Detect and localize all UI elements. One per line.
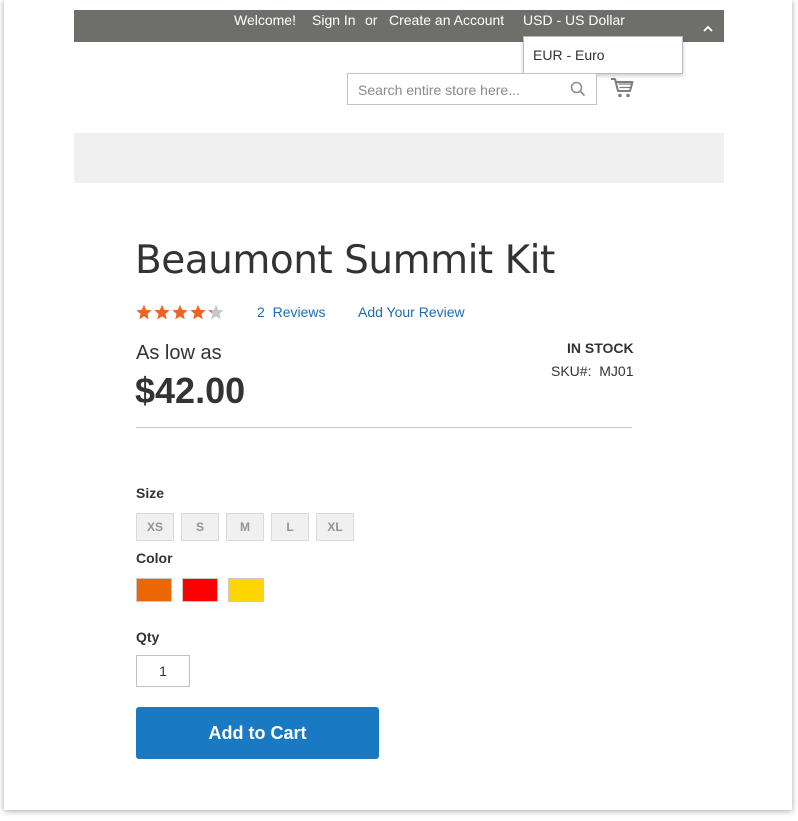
color-option-2[interactable] xyxy=(182,578,218,602)
price-prefix: As low as xyxy=(136,342,222,364)
navigation-bar xyxy=(74,133,724,183)
color-option-1[interactable] xyxy=(136,578,172,602)
create-account-link[interactable]: Create an Account xyxy=(389,12,504,28)
color-option-3[interactable] xyxy=(228,578,264,602)
currency-dropdown: EUR - Euro xyxy=(523,36,683,74)
divider xyxy=(136,427,632,428)
reviews-label: Reviews xyxy=(272,304,326,320)
currency-switcher[interactable]: USD - US Dollar xyxy=(523,12,625,28)
sign-in-link[interactable]: Sign In xyxy=(312,12,356,28)
add-to-cart-button[interactable]: Add to Cart xyxy=(136,707,379,759)
size-swatches: XS S M L XL xyxy=(136,513,354,541)
reviews-count: 2 xyxy=(257,304,265,320)
color-swatches xyxy=(136,578,264,602)
reviews-link[interactable]: 2 Reviews xyxy=(257,304,325,320)
search-box xyxy=(347,73,597,105)
color-label: Color xyxy=(136,550,173,566)
page-frame xyxy=(4,0,792,810)
sku-label: SKU#: xyxy=(551,363,592,379)
size-option-m[interactable]: M xyxy=(226,513,264,541)
add-review-link[interactable]: Add Your Review xyxy=(358,304,465,320)
qty-label: Qty xyxy=(136,629,160,645)
size-option-l[interactable]: L xyxy=(271,513,309,541)
currency-option-eur[interactable]: EUR - Euro xyxy=(533,47,605,63)
rating-stars xyxy=(136,304,224,320)
size-label: Size xyxy=(136,485,165,501)
chevron-up-icon[interactable] xyxy=(703,25,713,32)
sku-line: SKU#: MJ01 xyxy=(551,363,633,379)
search-input[interactable] xyxy=(356,79,560,101)
cart-icon[interactable] xyxy=(610,77,634,99)
qty-input[interactable] xyxy=(136,655,190,687)
product-title: Beaumont Summit Kit xyxy=(135,238,555,283)
sku-value: MJ01 xyxy=(599,363,634,379)
welcome-text: Welcome! xyxy=(234,12,296,28)
size-option-xl[interactable]: XL xyxy=(316,513,354,541)
stock-status: IN STOCK xyxy=(567,340,634,356)
or-text: or xyxy=(365,12,378,28)
search-icon[interactable] xyxy=(570,81,586,97)
product-price: $42.00 xyxy=(135,370,246,411)
size-option-xs[interactable]: XS xyxy=(136,513,174,541)
size-option-s[interactable]: S xyxy=(181,513,219,541)
